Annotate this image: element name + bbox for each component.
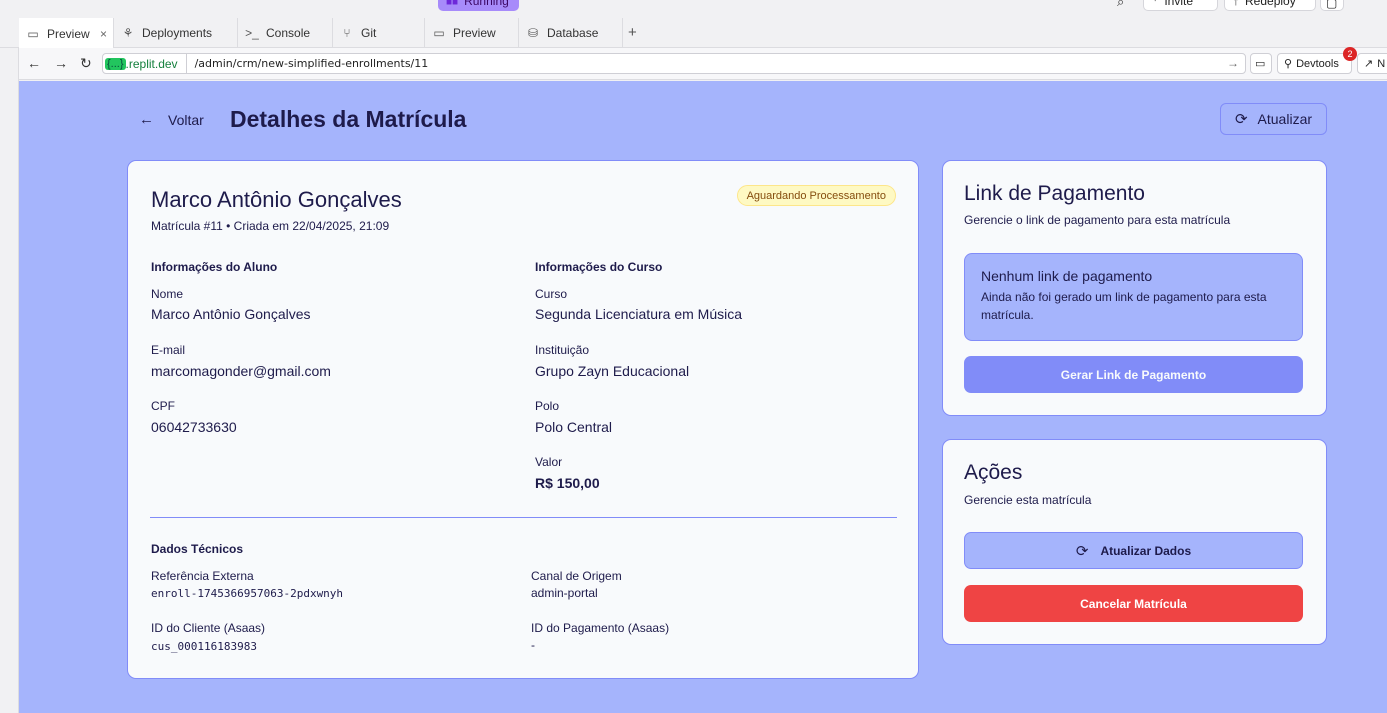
status-badge: Aguardando Processamento (736, 185, 896, 206)
payment-card-subtitle: Gerencie o link de pagamento para esta m… (964, 213, 1231, 227)
close-icon[interactable]: × (100, 27, 107, 41)
top-strip: ■■ Running ⌕ ⁺ Invite ↑ Redeploy ▢ (0, 0, 1387, 18)
run-dots-icon: ■■ (446, 0, 459, 8)
external-ref-label: Referência Externa (151, 569, 254, 583)
tab-database[interactable]: ⛁ Database (519, 18, 623, 48)
update-data-button[interactable]: ⟳ Atualizar Dados (964, 532, 1303, 569)
price-label: Valor (535, 455, 563, 469)
device-button[interactable]: ▭ (1250, 53, 1272, 74)
institution-value: Grupo Zayn Educacional (535, 363, 690, 379)
tab-console[interactable]: >_ Console (238, 18, 333, 48)
enrollment-details-card: Marco Antônio Gonçalves Matrícula #11 • … (127, 160, 919, 679)
workspace-tab-bar: ▭ Preview × ⚘ Deployments >_ Console ⑂ G… (0, 18, 1387, 49)
student-name: Marco Antônio Gonçalves (151, 187, 402, 212)
actions-card: Ações Gerencie esta matrícula ⟳ Atualiza… (942, 439, 1327, 645)
run-status-label: Running (464, 0, 509, 8)
search-icon[interactable]: ⌕ (1117, 0, 1124, 10)
url-host: .replit.dev (125, 56, 178, 71)
cancel-enrollment-button[interactable]: Cancelar Matrícula (964, 585, 1303, 622)
database-icon: ⛁ (527, 26, 539, 40)
lock-button[interactable]: ▢ (1320, 0, 1344, 11)
tech-section-title: Dados Técnicos (151, 542, 244, 556)
go-arrow-icon[interactable]: → (1227, 56, 1239, 70)
add-tab-icon[interactable]: + (628, 24, 637, 41)
arrow-left-icon: ← (139, 111, 154, 128)
client-id-value: cus_000116183983 (151, 640, 257, 653)
refresh-icon: ⟳ (1075, 542, 1089, 560)
redeploy-icon: ↑ (1233, 0, 1239, 8)
refresh-icon: ⟳ (1234, 111, 1248, 128)
terminal-icon: >_ (245, 26, 259, 40)
section-divider (150, 517, 897, 518)
price-value: R$ 150,00 (535, 475, 600, 491)
back-arrow-icon[interactable]: ← (27, 55, 41, 71)
email-label: E-mail (151, 343, 186, 357)
forward-arrow-icon[interactable]: → (54, 55, 68, 71)
run-status-badge[interactable]: ■■ Running (438, 0, 519, 11)
refresh-button[interactable]: ⟳ Atualizar (1220, 103, 1327, 135)
app-viewport: ← Voltar Detalhes da Matrícula ⟳ Atualiz… (19, 81, 1387, 713)
polo-value: Polo Central (535, 419, 613, 435)
open-new-tab-button[interactable]: ↗ N (1357, 53, 1387, 74)
deploy-icon: ⚘ (122, 26, 134, 40)
host-badge: {...} (105, 57, 126, 70)
tab-deployments[interactable]: ⚘ Deployments (114, 18, 238, 48)
tab-preview[interactable]: ▭ Preview × (19, 18, 114, 49)
polo-label: Polo (535, 399, 560, 413)
monitor-icon: ▭ (1255, 58, 1266, 70)
tab-git[interactable]: ⑂ Git (333, 18, 425, 48)
url-divider (185, 53, 187, 74)
preview-url-bar: ← → ↻ {...} .replit.dev /admin/crm/new-s… (19, 47, 1387, 80)
external-ref-value: enroll-1745366957063-2pdxwnyh (151, 587, 344, 600)
course-value: Segunda Licenciatura em Música (535, 306, 743, 322)
name-value: Marco Antônio Gonçalves (151, 306, 311, 322)
payment-card-title: Link de Pagamento (964, 182, 1145, 205)
course-label: Curso (535, 287, 568, 301)
actions-card-subtitle: Gerencie esta matrícula (964, 493, 1092, 507)
redeploy-button[interactable]: ↑ Redeploy (1224, 0, 1316, 11)
lock-icon: ▢ (1326, 0, 1338, 10)
course-section-title: Informações do Curso (535, 260, 663, 274)
client-id-label: ID do Cliente (Asaas) (151, 621, 266, 635)
cpf-label: CPF (151, 399, 175, 413)
monitor-icon: ▭ (433, 26, 445, 40)
institution-label: Instituição (535, 343, 590, 357)
wrench-icon: ⚲ (1284, 58, 1293, 70)
email-value: marcomagonder@gmail.com (151, 363, 331, 379)
tab-preview-2[interactable]: ▭ Preview (425, 18, 519, 48)
empty-text: Ainda não foi gerado um link de pagament… (981, 290, 1267, 322)
devtools-count-badge: 2 (1343, 47, 1357, 61)
channel-label: Canal de Origem (531, 569, 622, 583)
reload-icon[interactable]: ↻ (80, 55, 92, 72)
empty-title: Nenhum link de pagamento (981, 268, 1153, 284)
invite-icon: ⁺ (1152, 0, 1159, 8)
payment-id-value: - (531, 638, 535, 652)
monitor-icon: ▭ (27, 26, 39, 41)
payment-id-label: ID do Pagamento (Asaas) (531, 621, 670, 635)
generate-payment-link-button[interactable]: Gerar Link de Pagamento (964, 356, 1303, 393)
invite-button[interactable]: ⁺ Invite (1143, 0, 1218, 11)
external-link-icon: ↗ (1364, 58, 1374, 70)
url-input[interactable]: {...} .replit.dev /admin/crm/new-simplif… (102, 53, 1246, 74)
back-button[interactable]: ← Voltar (139, 111, 204, 128)
left-gutter (0, 48, 19, 713)
page-title: Detalhes da Matrícula (230, 106, 467, 132)
name-label: Nome (151, 287, 184, 301)
devtools-button[interactable]: ⚲ Devtools 2 (1277, 47, 1357, 74)
no-payment-link-notice: Nenhum link de pagamento Ainda não foi g… (964, 253, 1303, 341)
actions-card-title: Ações (964, 461, 1023, 484)
url-path: /admin/crm/new-simplified-enrollments/11 (194, 57, 429, 70)
payment-link-card: Link de Pagamento Gerencie o link de pag… (942, 160, 1327, 416)
student-section-title: Informações do Aluno (151, 260, 278, 274)
git-icon: ⑂ (343, 26, 351, 40)
channel-value: admin-portal (531, 586, 598, 600)
cpf-value: 06042733630 (151, 419, 237, 435)
enrollment-meta: Matrícula #11 • Criada em 22/04/2025, 21… (151, 219, 390, 233)
